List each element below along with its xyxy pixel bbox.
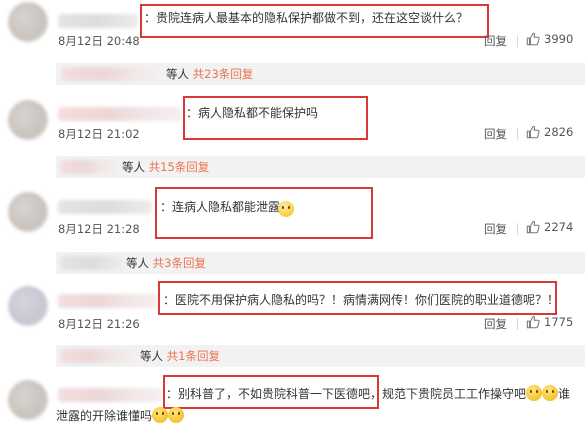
like-button[interactable]: 3990 xyxy=(526,32,573,46)
sub-reply-users-blurred xyxy=(62,67,162,81)
thumbs-up-icon xyxy=(526,32,540,46)
sub-replies-who: 等人 xyxy=(166,67,189,81)
reply-button[interactable]: 回复 xyxy=(484,316,507,332)
comment-time: 8月12日 21:02 xyxy=(58,127,140,141)
comment-time: 8月12日 21:26 xyxy=(58,317,140,331)
sub-replies-who: 等人 xyxy=(140,349,163,363)
username-blurred[interactable] xyxy=(58,294,158,308)
comment-time: 8月12日 20:48 xyxy=(58,34,140,48)
username-blurred[interactable] xyxy=(58,388,162,402)
sub-reply-users-blurred xyxy=(60,349,136,363)
like-button[interactable]: 2274 xyxy=(526,220,573,234)
sub-replies-who: 等人 xyxy=(122,160,145,174)
highlight-box xyxy=(140,4,489,38)
like-count: 2274 xyxy=(544,220,574,234)
like-button[interactable]: 2826 xyxy=(526,125,573,139)
highlight-box xyxy=(163,375,379,409)
comment-text-line2: 泄露的开除谁懂吗 xyxy=(56,407,185,425)
sub-replies-count[interactable]: 共15条回复 xyxy=(149,160,210,174)
divider xyxy=(517,128,518,140)
username-blurred[interactable] xyxy=(58,200,152,214)
reply-button[interactable]: 回复 xyxy=(484,126,507,142)
username-blurred[interactable] xyxy=(58,107,182,121)
reply-button[interactable]: 回复 xyxy=(484,221,507,237)
sub-replies-summary[interactable]: 等人 共23条回复 xyxy=(166,63,253,85)
thumbs-up-icon xyxy=(526,125,540,139)
like-count: 3990 xyxy=(544,32,574,46)
sub-replies-count[interactable]: 共1条回复 xyxy=(167,349,220,363)
grin-emoji-icon xyxy=(542,385,559,401)
sub-replies-count[interactable]: 共3条回复 xyxy=(153,256,206,270)
sub-reply-users-blurred xyxy=(60,256,122,270)
comment-time: 8月12日 21:28 xyxy=(58,222,140,236)
thumbs-up-icon xyxy=(526,315,540,329)
sub-replies-count[interactable]: 共23条回复 xyxy=(193,67,254,81)
reply-button[interactable]: 回复 xyxy=(484,33,507,49)
username-blurred[interactable] xyxy=(58,14,138,28)
avatar[interactable] xyxy=(8,192,48,232)
like-count: 1775 xyxy=(544,315,574,329)
comment-text-rest: ，规范下贵院员工工作操守吧 xyxy=(370,387,527,401)
divider xyxy=(517,35,518,47)
highlight-box xyxy=(158,281,557,315)
like-button[interactable]: 1775 xyxy=(526,315,573,329)
sub-reply-users-blurred xyxy=(60,160,118,174)
sub-replies-summary[interactable]: 等人 共15条回复 xyxy=(122,156,209,178)
comment-text-line2-content: 泄露的开除谁懂吗 xyxy=(56,409,153,423)
highlight-box xyxy=(183,96,368,140)
sub-replies-summary[interactable]: 等人 共1条回复 xyxy=(140,345,220,367)
sub-replies-who: 等人 xyxy=(126,256,149,270)
highlight-box xyxy=(155,187,373,239)
divider xyxy=(517,223,518,235)
comment-text-tail: 谁 xyxy=(558,387,571,401)
avatar[interactable] xyxy=(8,286,48,326)
sub-replies-summary[interactable]: 等人 共3条回复 xyxy=(126,252,206,274)
thumbs-up-icon xyxy=(526,220,540,234)
avatar[interactable] xyxy=(8,2,48,42)
like-count: 2826 xyxy=(544,125,574,139)
grin-emoji-icon xyxy=(526,385,543,401)
grin-emoji-icon xyxy=(152,407,169,423)
grin-emoji-icon xyxy=(168,407,185,423)
divider xyxy=(517,318,518,330)
avatar[interactable] xyxy=(8,380,48,420)
avatar[interactable] xyxy=(8,100,48,140)
